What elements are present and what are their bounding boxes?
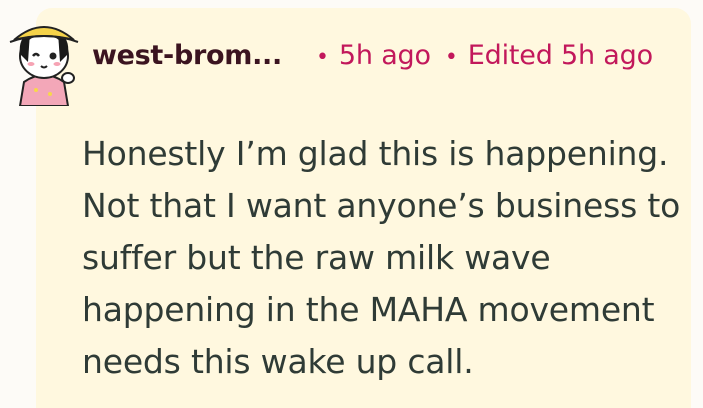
separator-dot: •: [315, 45, 329, 70]
comment-header: west-brom... • 5h ago • Edited 5h ago: [92, 40, 653, 71]
edited-label: Edited 5h ago: [467, 40, 653, 71]
timestamp[interactable]: 5h ago: [339, 40, 431, 71]
author-name[interactable]: west-brom...: [92, 40, 282, 71]
comment-body: Honestly I’m glad this is happening. Not…: [82, 134, 681, 381]
separator-dot: •: [444, 45, 458, 70]
avatar-icon: [9, 26, 79, 107]
avatar[interactable]: [6, 10, 82, 107]
